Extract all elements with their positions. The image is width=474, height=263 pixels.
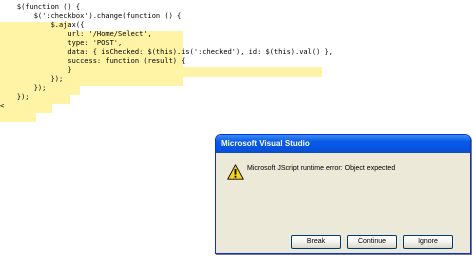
dialog-titlebar[interactable]: Microsoft Visual Studio <box>216 135 470 153</box>
error-dialog: Microsoft Visual Studio Microsoft JScrip… <box>215 134 471 254</box>
warning-icon <box>227 164 244 180</box>
error-message: Microsoft JScript runtime error: Object … <box>247 165 396 172</box>
code-editor[interactable]: $(function () { $(':checkbox').change(fu… <box>0 0 474 122</box>
break-button[interactable]: Break <box>291 235 341 249</box>
code-line: < <box>0 102 5 110</box>
continue-button[interactable]: Continue <box>347 235 397 249</box>
dialog-title: Microsoft Visual Studio <box>221 139 310 148</box>
ignore-button[interactable]: Ignore <box>403 235 453 249</box>
